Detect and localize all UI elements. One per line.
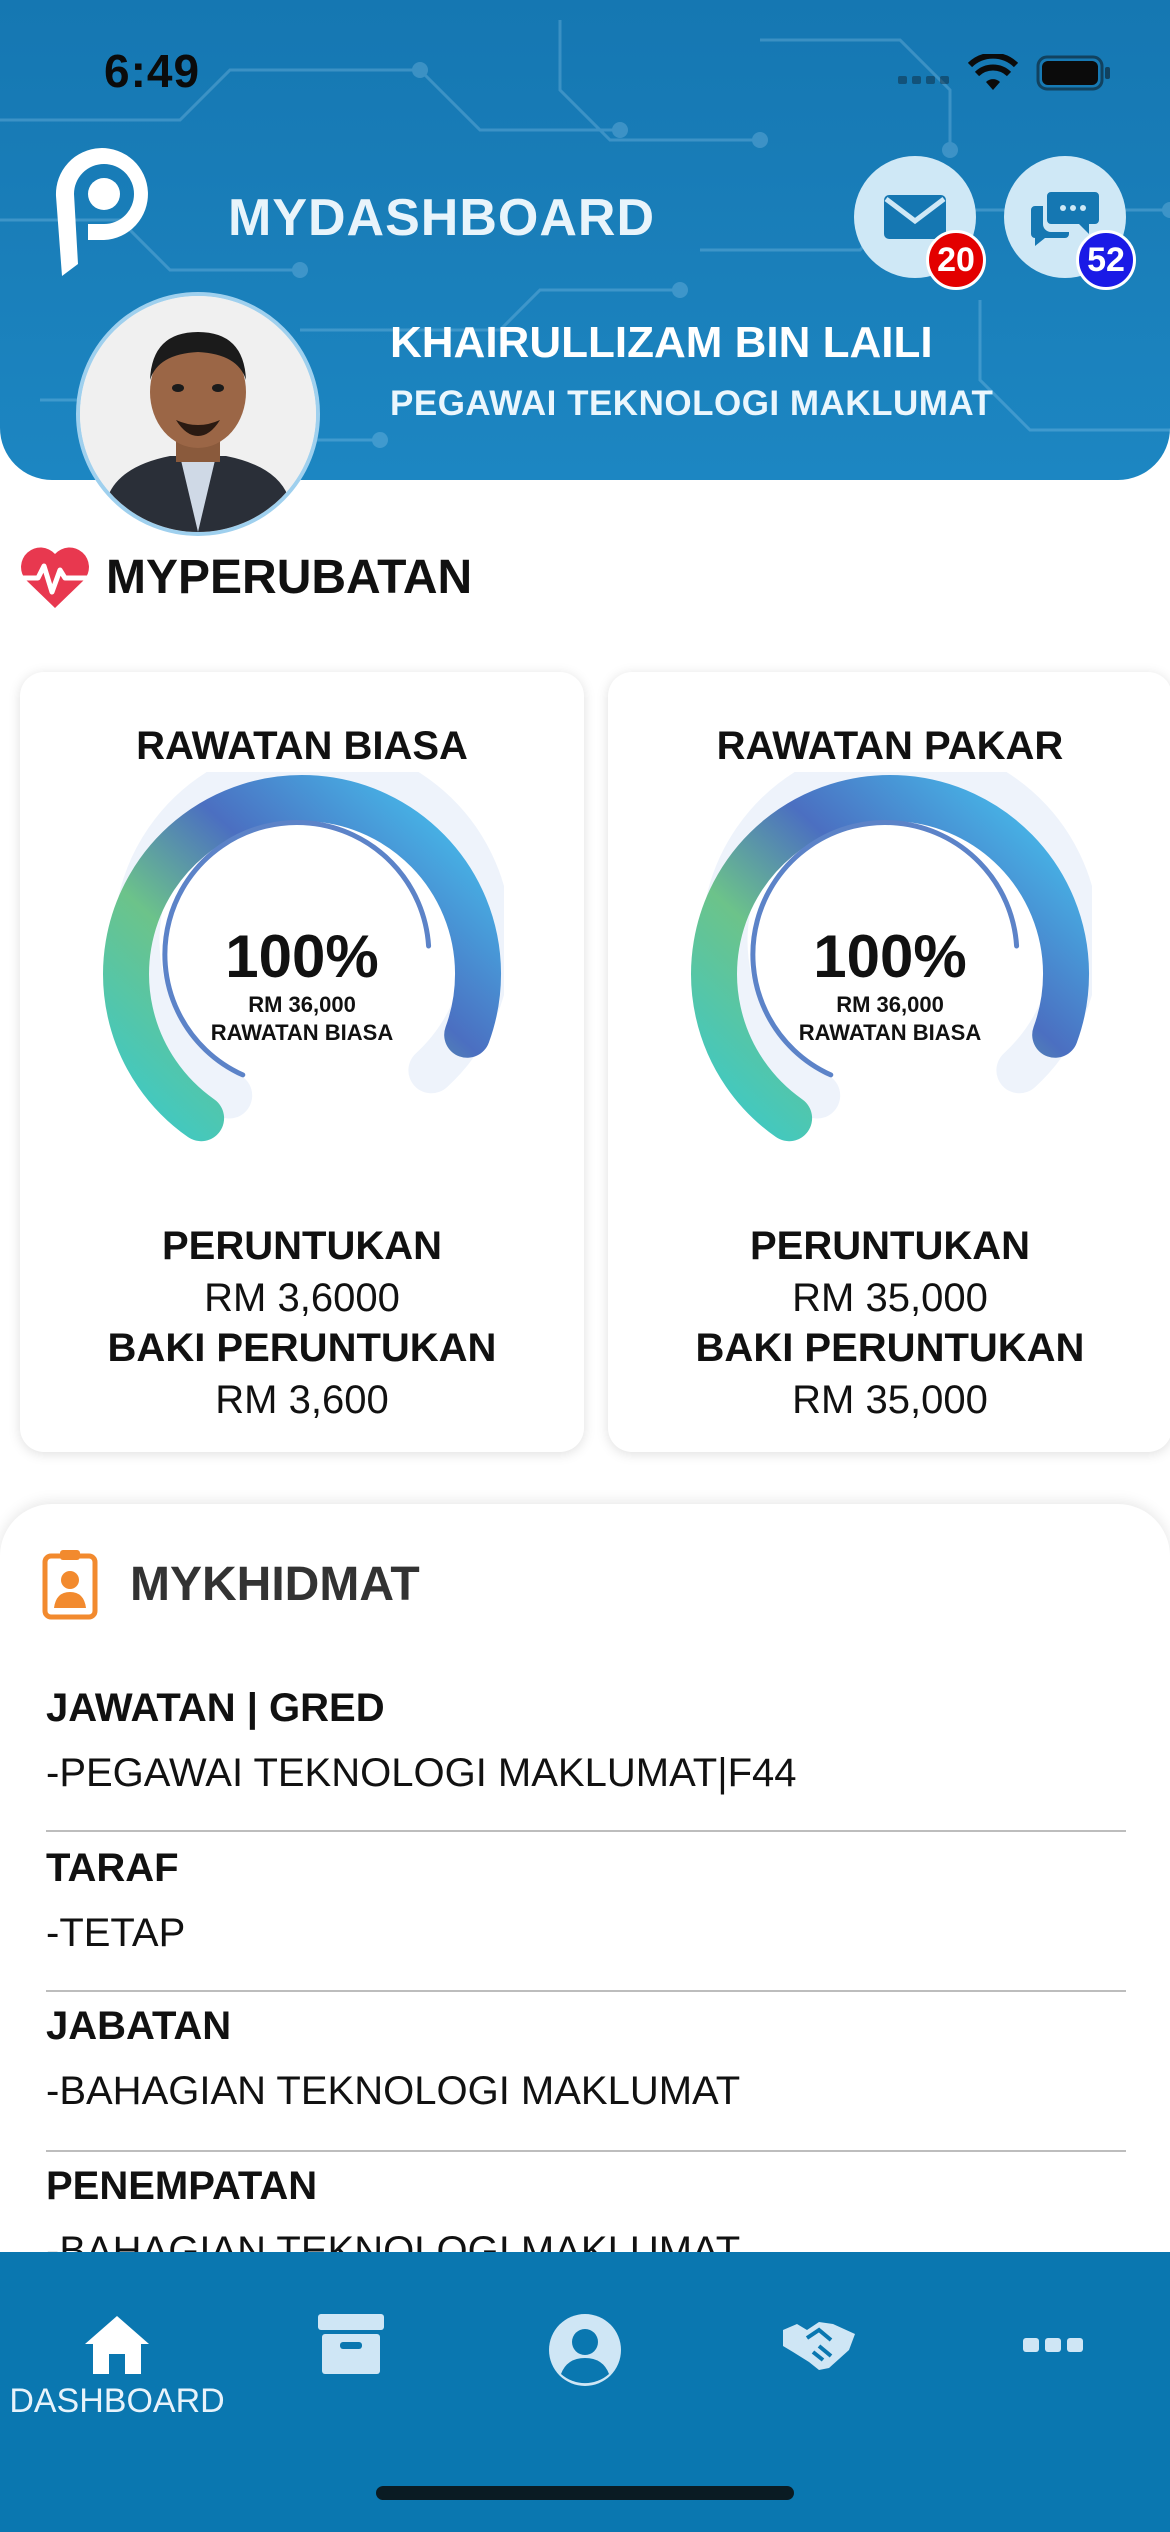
tab-more[interactable] <box>936 2312 1170 2452</box>
row-label: JABATAN <box>46 2004 232 2048</box>
balance-value: RM 3,600 <box>215 1378 389 1422</box>
gauge-text: 100% RM 36,000 RAWATAN BIASA <box>100 772 504 1176</box>
heart-pulse-icon <box>18 547 92 608</box>
allocation-label: PERUNTUKAN <box>750 1224 1030 1268</box>
row-value: -BAHAGIAN TEKNOLOGI MAKLUMAT <box>46 2069 741 2113</box>
balance-label: BAKI PERUNTUKAN <box>695 1326 1085 1370</box>
tab-label: DASHBOARD <box>9 2382 225 2420</box>
row-label: PENEMPATAN <box>46 2164 318 2208</box>
battery-icon <box>1036 55 1110 91</box>
avatar-photo <box>80 296 316 532</box>
chat-badge: 52 <box>1076 230 1136 290</box>
tab-dashboard[interactable]: DASHBOARD <box>0 2312 234 2452</box>
info-row-jabatan: JABATAN -BAHAGIAN TEKNOLOGI MAKLUMAT <box>46 2004 1126 2114</box>
card-title: RAWATAN BIASA <box>136 724 468 768</box>
card-title: RAWATAN PAKAR <box>716 724 1064 768</box>
archive-icon <box>318 2314 384 2374</box>
allocation-value: RM 3,6000 <box>204 1276 400 1320</box>
info-row-penempatan: PENEMPATAN -BAHAGIAN TEKNOLOGI MAKLUMAT <box>46 2164 1126 2264</box>
mail-icon <box>884 195 946 239</box>
allocation-label: PERUNTUKAN <box>162 1224 442 1268</box>
mykhidmat-panel: MYKHIDMAT JAWATAN | GRED -PEGAWAI TEKNOL… <box>0 1504 1170 2264</box>
mail-button[interactable]: 20 <box>854 156 986 290</box>
balance-label: BAKI PERUNTUKAN <box>107 1326 497 1370</box>
chat-button[interactable]: 52 <box>1004 156 1136 290</box>
more-icon <box>1023 2338 1083 2352</box>
info-row-taraf: TARAF -TETAP <box>46 1846 1126 1956</box>
user-role: PEGAWAI TEKNOLOGI MAKLUMAT <box>390 384 994 423</box>
status-time: 6:49 <box>104 45 201 97</box>
user-name: KHAIRULLIZAM BIN LAILI <box>390 318 933 367</box>
user-icon <box>549 2314 621 2386</box>
row-label: TARAF <box>46 1846 179 1890</box>
mykhidmat-title: MYKHIDMAT <box>130 1557 420 1611</box>
handshake-icon <box>783 2322 855 2370</box>
info-row-jawatan: JAWATAN | GRED -PEGAWAI TEKNOLOGI MAKLUM… <box>46 1686 1126 1796</box>
gauge-amount: RM 36,000 <box>248 992 356 1017</box>
rawatan-pakar-card[interactable]: RAWATAN PAKAR 100% RM 36,000 RAWATAN BIA… <box>608 672 1170 1452</box>
divider <box>46 1990 1126 1992</box>
status-icons <box>898 54 1112 92</box>
tab-profile[interactable] <box>468 2312 702 2452</box>
app-title: MYDASHBOARD <box>228 189 655 247</box>
home-indicator <box>376 2486 794 2500</box>
divider <box>46 2150 1126 2152</box>
cellular-signal-icon <box>898 76 949 84</box>
gauge-caption: RAWATAN BIASA <box>798 1020 982 1045</box>
myperubatan-header: MYPERUBATAN <box>18 544 472 610</box>
divider <box>46 1830 1126 1832</box>
wifi-icon <box>968 54 1018 90</box>
mail-badge: 20 <box>926 230 986 290</box>
gauge-text: 100% RM 36,000 RAWATAN BIASA <box>688 772 1092 1176</box>
balance-value: RM 35,000 <box>792 1378 988 1422</box>
gauge-amount: RM 36,000 <box>836 992 944 1017</box>
app-logo <box>55 148 148 276</box>
allocation-value: RM 35,000 <box>792 1276 988 1320</box>
tab-archive[interactable] <box>234 2312 468 2452</box>
tab-handshake[interactable] <box>702 2312 936 2452</box>
rawatan-biasa-card[interactable]: RAWATAN BIASA 100% RM 36,000 RAWATAN BIA… <box>20 672 584 1452</box>
row-label: JAWATAN | GRED <box>46 1686 385 1730</box>
mykhidmat-header: MYKHIDMAT <box>42 1548 420 1620</box>
gauge-percent: 100% <box>225 923 379 990</box>
home-icon <box>85 2316 149 2374</box>
row-value: -PEGAWAI TEKNOLOGI MAKLUMAT|F44 <box>46 1751 797 1795</box>
gauge-caption: RAWATAN BIASA <box>210 1020 394 1045</box>
myperubatan-title: MYPERUBATAN <box>106 550 473 604</box>
id-badge-icon <box>42 1550 98 1620</box>
gauge-percent: 100% <box>813 923 967 990</box>
avatar[interactable] <box>76 292 320 536</box>
row-value: -TETAP <box>46 1911 186 1955</box>
